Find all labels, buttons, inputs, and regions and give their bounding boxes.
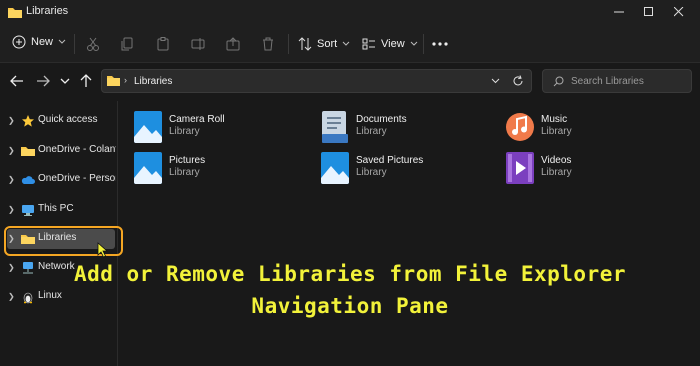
new-label: New	[31, 36, 54, 48]
more-options-icon[interactable]	[432, 41, 448, 47]
forward-icon[interactable]	[36, 75, 50, 87]
nav-label: OneDrive - Personal	[38, 173, 116, 184]
caption-line-1: Add or Remove Libraries from File Explor…	[73, 262, 626, 286]
library-name: Documents	[356, 114, 407, 125]
toolbar-separator	[423, 34, 424, 54]
music-library-icon	[506, 113, 534, 141]
picture-library-icon	[134, 111, 162, 143]
documents-library-icon	[322, 111, 348, 143]
nav-item-onedrive-colantuc[interactable]: ❯ OneDrive - Colantuc	[0, 140, 118, 162]
chevron-down-icon	[58, 39, 66, 44]
monitor-icon	[22, 205, 34, 216]
share-icon[interactable]	[226, 37, 240, 51]
library-type: Library	[541, 167, 572, 178]
chevron-right-icon[interactable]: ❯	[8, 146, 15, 155]
star-icon	[22, 115, 34, 127]
mouse-cursor-icon	[97, 242, 109, 258]
chevron-down-icon[interactable]	[491, 78, 500, 84]
chevron-right-icon[interactable]: ❯	[8, 205, 15, 214]
cloud-icon	[21, 176, 35, 184]
title-bar	[0, 0, 700, 24]
nav-item-this-pc[interactable]: ❯ This PC	[0, 199, 118, 221]
minimize-button[interactable]	[604, 0, 634, 24]
caption-line-2: Navigation Pane	[251, 294, 449, 318]
library-name: Music	[541, 114, 568, 125]
rename-icon[interactable]	[191, 37, 205, 51]
sort-label: Sort	[317, 38, 338, 50]
view-label: View	[381, 38, 405, 50]
library-type: Library	[169, 126, 200, 137]
library-name: Camera Roll	[169, 114, 225, 125]
delete-icon[interactable]	[261, 37, 275, 51]
library-item-pictures[interactable]: Pictures Library	[133, 151, 303, 187]
search-icon	[553, 76, 564, 87]
paste-icon[interactable]	[156, 37, 170, 51]
library-item-documents[interactable]: Documents Library	[320, 110, 490, 146]
chevron-right-icon[interactable]: ❯	[8, 116, 15, 125]
copy-icon[interactable]	[121, 37, 135, 51]
chevron-down-icon	[410, 41, 418, 46]
library-name: Videos	[541, 155, 572, 166]
folder-icon	[21, 147, 35, 156]
recent-locations-icon[interactable]	[60, 78, 70, 85]
refresh-icon[interactable]	[512, 75, 524, 87]
back-icon[interactable]	[10, 75, 24, 87]
library-type: Library	[169, 167, 200, 178]
maximize-button[interactable]	[634, 0, 664, 24]
maximize-icon	[644, 7, 653, 16]
library-type: Library	[541, 126, 572, 137]
folder-icon	[8, 8, 22, 18]
view-icon	[362, 38, 375, 50]
sort-button[interactable]: Sort	[298, 37, 350, 51]
library-item-saved-pictures[interactable]: Saved Pictures Library	[320, 151, 490, 187]
up-icon[interactable]	[80, 74, 92, 87]
breadcrumb-separator-icon: ›	[124, 75, 127, 85]
nav-label: OneDrive - Colantuc	[38, 144, 116, 155]
picture-library-icon	[134, 152, 162, 184]
library-name: Pictures	[169, 155, 206, 166]
toolbar-separator	[288, 34, 289, 54]
search-placeholder: Search Libraries	[571, 76, 644, 87]
cut-icon[interactable]	[86, 37, 100, 51]
minimize-icon	[614, 11, 624, 13]
chevron-right-icon[interactable]: ❯	[8, 175, 15, 184]
breadcrumb[interactable]: Libraries	[134, 76, 172, 87]
nav-item-quick-access[interactable]: ❯ Quick access	[0, 110, 118, 132]
library-item-videos[interactable]: Videos Library	[505, 151, 675, 187]
library-name: Saved Pictures	[356, 155, 424, 166]
close-button[interactable]	[664, 0, 694, 24]
toolbar-separator	[74, 34, 75, 54]
close-icon	[674, 7, 684, 17]
sort-icon	[298, 37, 312, 51]
picture-library-icon	[321, 152, 349, 184]
new-button[interactable]: New	[12, 35, 66, 49]
add-icon	[12, 35, 26, 49]
library-item-music[interactable]: Music Library	[505, 110, 675, 146]
view-button[interactable]: View	[362, 37, 418, 51]
nav-item-onedrive-personal[interactable]: ❯ OneDrive - Personal	[0, 169, 118, 191]
videos-library-icon	[506, 152, 534, 184]
library-item-camera-roll[interactable]: Camera Roll Library	[133, 110, 303, 146]
chevron-down-icon	[342, 41, 350, 46]
library-type: Library	[356, 126, 387, 137]
nav-label: Quick access	[38, 114, 98, 125]
folder-icon	[107, 76, 120, 86]
nav-label: This PC	[38, 203, 74, 214]
window-title: Libraries	[26, 5, 69, 17]
library-type: Library	[356, 167, 387, 178]
